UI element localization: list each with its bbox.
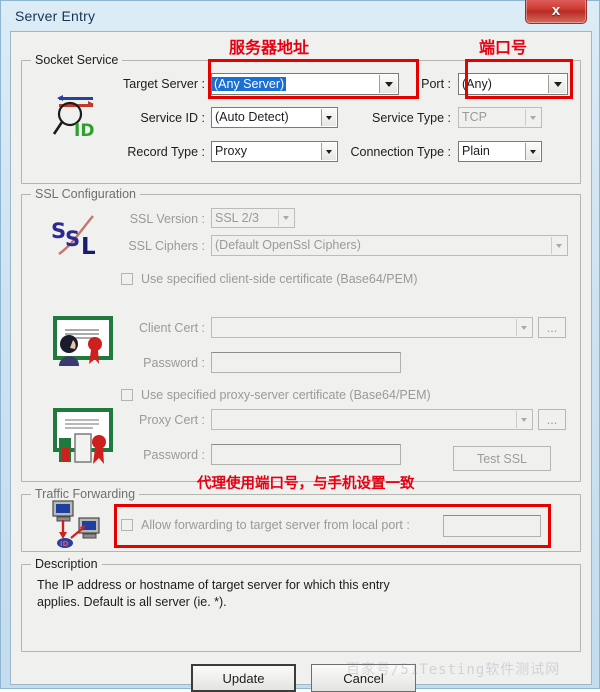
- client-password-label: Password :: [143, 356, 205, 370]
- client-password-input[interactable]: [211, 352, 401, 373]
- svg-text:S: S: [51, 219, 66, 243]
- socket-service-legend: Socket Service: [31, 53, 123, 67]
- ssl-ciphers-label: SSL Ciphers :: [128, 239, 205, 253]
- proxy-cert-label: Proxy Cert :: [139, 413, 205, 427]
- chevron-down-icon: [551, 237, 566, 254]
- client-cert-combobox: [211, 317, 533, 338]
- ssl-version-label: SSL Version :: [129, 212, 205, 226]
- description-text: The IP address or hostname of target ser…: [37, 578, 390, 609]
- use-proxy-cert-checkbox[interactable]: [121, 389, 133, 401]
- use-client-cert-checkbox[interactable]: [121, 273, 133, 285]
- service-type-value: TCP: [462, 110, 487, 125]
- chevron-down-icon: [516, 319, 531, 336]
- window-title: Server Entry: [15, 8, 96, 24]
- annotation-port-number: 端口号: [479, 38, 528, 57]
- annotation-server-address: 服务器地址: [229, 38, 310, 57]
- port-label: Port :: [421, 77, 451, 91]
- svg-text:ID: ID: [60, 540, 69, 548]
- svg-text:ID: ID: [74, 121, 94, 141]
- service-id-value: (Auto Detect): [215, 110, 289, 125]
- record-type-value: Proxy: [215, 144, 247, 159]
- ellipsis-icon: ...: [546, 320, 558, 335]
- target-server-value: (Any Server): [212, 76, 287, 92]
- port-value: (Any): [462, 76, 492, 91]
- test-ssl-label: Test SSL: [476, 451, 528, 466]
- ssl-ciphers-combobox: (Default OpenSsl Ciphers): [211, 235, 568, 256]
- client-certificate-icon: [49, 314, 115, 375]
- proxy-password-label: Password :: [143, 448, 205, 462]
- close-button[interactable]: x: [525, 0, 587, 24]
- service-type-combobox: TCP: [458, 107, 542, 128]
- service-id-label: Service ID :: [140, 111, 205, 125]
- svg-text:L: L: [81, 234, 96, 260]
- chevron-down-icon: [516, 411, 531, 428]
- svg-text:S: S: [65, 227, 80, 251]
- port-forwarding-icon: ID: [47, 498, 107, 555]
- chevron-down-icon[interactable]: [321, 109, 336, 126]
- chevron-down-icon: [525, 109, 540, 126]
- ssl-ciphers-value: (Default OpenSsl Ciphers): [215, 238, 361, 253]
- target-server-label: Target Server :: [123, 77, 205, 91]
- ssl-configuration-legend: SSL Configuration: [31, 187, 140, 201]
- close-icon: x: [551, 1, 561, 19]
- ellipsis-icon: ...: [546, 412, 558, 427]
- description-legend: Description: [31, 557, 102, 571]
- server-entry-window: Server Entry x Socket Service ID Target …: [0, 0, 600, 692]
- chevron-down-icon[interactable]: [321, 143, 336, 160]
- use-proxy-cert-label: Use specified proxy-server certificate (…: [141, 388, 431, 402]
- record-type-combobox[interactable]: Proxy: [211, 141, 338, 162]
- magnifier-id-icon: ID: [47, 90, 103, 151]
- dialog-client-area: Socket Service ID Target Server : (Any S…: [10, 31, 592, 692]
- chevron-down-icon[interactable]: [548, 75, 566, 93]
- ssl-version-combobox: SSL 2/3: [211, 208, 295, 228]
- update-button[interactable]: Update: [191, 664, 296, 692]
- service-id-combobox[interactable]: (Auto Detect): [211, 107, 338, 128]
- use-client-cert-label: Use specified client-side certificate (B…: [141, 272, 418, 286]
- annotation-proxy-port-note: 代理使用端口号，与手机设置一致: [197, 476, 415, 492]
- port-combobox[interactable]: (Any): [458, 73, 568, 95]
- client-cert-label: Client Cert :: [139, 321, 205, 335]
- cancel-label: Cancel: [343, 670, 384, 686]
- connection-type-value: Plain: [462, 144, 490, 159]
- local-port-input[interactable]: [443, 515, 541, 537]
- chevron-down-icon: [278, 210, 293, 226]
- allow-forwarding-label: Allow forwarding to target server from l…: [141, 518, 410, 532]
- title-bar: Server Entry x: [1, 0, 599, 33]
- service-type-label: Service Type :: [372, 111, 451, 125]
- ssl-version-value: SSL 2/3: [215, 210, 260, 225]
- connection-type-label: Connection Type :: [350, 145, 451, 159]
- proxy-certificate-icon: [49, 406, 115, 473]
- chevron-down-icon[interactable]: [379, 75, 397, 93]
- client-cert-browse-button[interactable]: ...: [538, 317, 566, 338]
- connection-type-combobox[interactable]: Plain: [458, 141, 542, 162]
- cancel-button[interactable]: Cancel: [311, 664, 416, 692]
- chevron-down-icon[interactable]: [525, 143, 540, 160]
- proxy-password-input[interactable]: [211, 444, 401, 465]
- update-label: Update: [222, 670, 265, 686]
- record-type-label: Record Type :: [127, 145, 205, 159]
- allow-forwarding-checkbox[interactable]: [121, 519, 133, 531]
- proxy-cert-browse-button[interactable]: ...: [538, 409, 566, 430]
- proxy-cert-combobox: [211, 409, 533, 430]
- target-server-combobox[interactable]: (Any Server): [211, 73, 399, 95]
- test-ssl-button[interactable]: Test SSL: [453, 446, 551, 471]
